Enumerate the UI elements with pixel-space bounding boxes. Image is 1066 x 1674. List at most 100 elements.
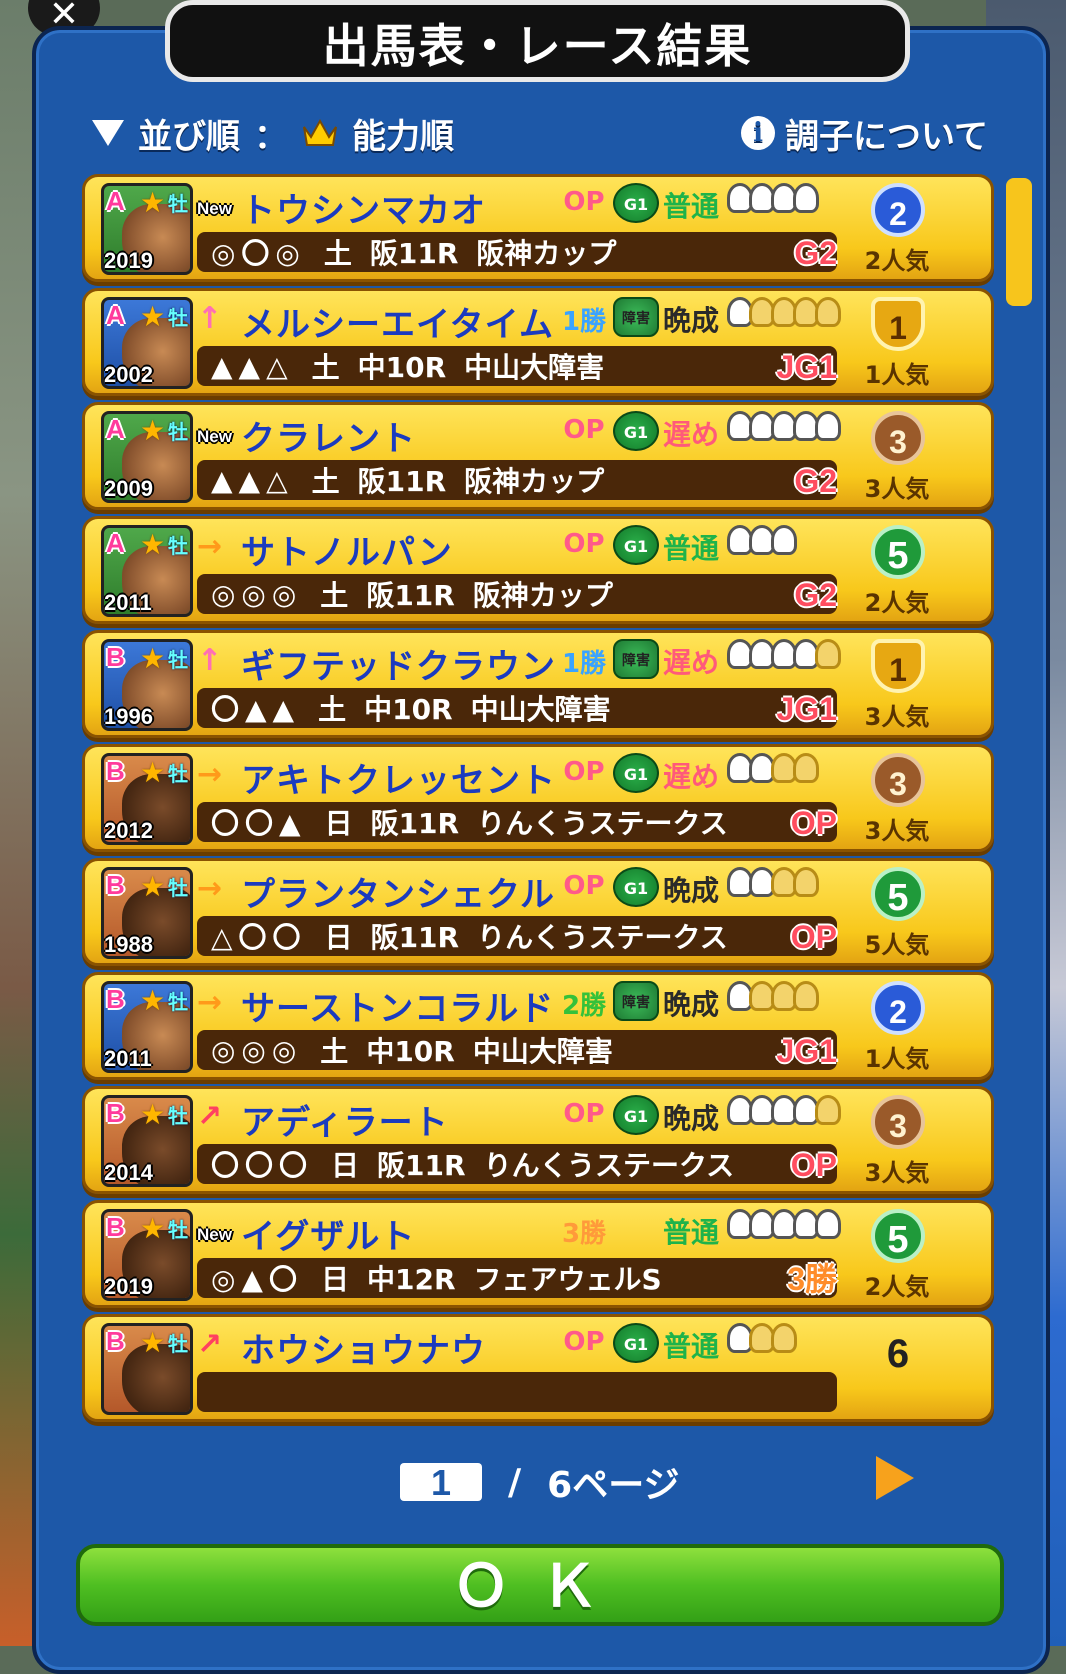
list-item[interactable]: A ★ 牡 2019 New トウシンマカオ OP G1 普通 ◎〇◎ 土阪11R 阪神カップ G2 2 2… xyxy=(82,174,994,282)
ability-rank: B xyxy=(106,1326,125,1356)
aptitude-badge: 障害 xyxy=(613,297,659,337)
result-medal: 1 xyxy=(855,293,939,357)
popularity: 2人気 xyxy=(864,247,930,275)
horse-list: A ★ 牡 2019 New トウシンマカオ OP G1 普通 ◎〇◎ 土阪11R 阪神カップ G2 2 2… xyxy=(82,174,1000,1436)
triangle-down-icon xyxy=(92,120,124,146)
star-icon: ★ xyxy=(140,528,166,561)
sort-value: 能力順 xyxy=(352,116,454,157)
sex-label: 牡 xyxy=(168,990,188,1014)
result-medal: 3 xyxy=(855,1091,939,1155)
ability-rank: A xyxy=(106,300,125,330)
info-icon: i xyxy=(741,116,776,150)
horse-name: アディラート xyxy=(241,1103,449,1143)
place-medal-icon: 2 xyxy=(871,981,925,1035)
list-item[interactable]: A ★ 牡 2009 New クラレント OP G1 遅め ▲▲△ 土阪11R 阪神カップ G2 3 3人気 xyxy=(82,402,994,510)
race-name: 阪神カップ xyxy=(472,579,613,612)
list-item[interactable]: B ★ 牡 1996 ↑ ギフテッドクラウン 1勝 障害 遅め 〇▲▲ 土中10R 中山大障害 JG1 1… xyxy=(82,630,994,738)
star-icon: ★ xyxy=(140,870,166,903)
crown-icon xyxy=(303,118,337,146)
list-item[interactable]: B ★ 牡 2011 → サーストンコラルド 2勝 障害 晩成 ◎◎◎ 土中10R 中山大障害 JG1 2… xyxy=(82,972,994,1080)
page-number-input[interactable]: 1 xyxy=(400,1463,482,1503)
ability-rank: B xyxy=(106,984,125,1014)
growth-type: 晩成 xyxy=(663,1102,720,1135)
horseshoe-gold-icon xyxy=(793,981,819,1011)
next-arrow-icon[interactable] xyxy=(876,1456,914,1500)
horse-name: メルシーエイタイム xyxy=(241,305,554,345)
star-icon: ★ xyxy=(140,414,166,447)
race-number: 阪11R xyxy=(370,807,460,840)
race-grade: OP xyxy=(790,919,837,955)
sort-control[interactable]: 並び順 ： 能力順 xyxy=(92,108,454,158)
horseshoe-rating xyxy=(727,753,819,783)
list-item[interactable]: B ★ 牡 2012 → アキトクレッセント OP G1 遅め 〇〇▲ 日阪11R りんくうステークス… xyxy=(82,744,994,852)
growth-type: 晩成 xyxy=(663,988,720,1021)
birth-year: 2014 xyxy=(104,1160,153,1185)
race-day: 日 xyxy=(320,1263,349,1296)
race-grade: G2 xyxy=(794,463,837,499)
ok-button[interactable]: ＯＫ xyxy=(76,1544,1004,1626)
aptitude-badge: G1 xyxy=(613,411,659,451)
race-grade: G2 xyxy=(794,235,837,271)
star-icon: ★ xyxy=(140,756,166,789)
race-entry-bar: ◎▲〇日中12R フェアウェルS xyxy=(197,1258,837,1298)
list-item[interactable]: B ★ 牡 2019 New イグザルト 3勝 普通 ◎▲〇日中12R フェアウェルS 3勝 5 2人気 xyxy=(82,1200,994,1308)
horse-class: OP xyxy=(563,529,605,559)
star-icon: ★ xyxy=(140,984,166,1017)
ability-rank: A xyxy=(106,414,125,444)
horseshoe-rating xyxy=(727,525,797,555)
race-name: 中山大障害 xyxy=(464,351,605,384)
horseshoe-icon xyxy=(815,411,841,441)
star-icon: ★ xyxy=(140,1326,166,1359)
list-item[interactable]: A ★ 牡 2002 ↑ メルシーエイタイム 1勝 障害 晩成 ▲▲△ 土中10R 中山大障害 JG1 1… xyxy=(82,288,994,396)
race-name: 阪神カップ xyxy=(476,237,617,270)
horseshoe-rating xyxy=(727,639,841,669)
prediction-marks: 〇〇〇 xyxy=(211,1149,314,1182)
race-number: 中12R xyxy=(366,1263,456,1296)
race-entry-bar: 〇〇▲ 日阪11R りんくうステークス xyxy=(197,802,837,842)
popularity: 3人気 xyxy=(864,475,930,503)
result-medal: 5 xyxy=(855,1205,939,1269)
horseshoe-icon xyxy=(815,1209,841,1239)
page-separator: / xyxy=(508,1461,522,1503)
horseshoe-gold-icon xyxy=(793,867,819,897)
ability-rank: B xyxy=(106,756,125,786)
horseshoe-rating xyxy=(727,1095,841,1125)
popularity: 5人気 xyxy=(864,931,930,959)
sex-label: 牡 xyxy=(168,306,188,330)
result-medal: 2 xyxy=(855,977,939,1041)
race-entry-bar: ▲▲△ 土中10R 中山大障害 xyxy=(197,346,837,386)
horse-portrait: B ★ 牡 1988 xyxy=(101,867,193,959)
list-item[interactable]: B ★ 牡 ↗ ホウショウナウ OP G1 普通 6 xyxy=(82,1314,994,1422)
star-icon: ★ xyxy=(140,300,166,333)
list-item[interactable]: B ★ 牡 2014 ↗ アディラート OP G1 晩成 〇〇〇日阪11R りんくうステークス OP 3… xyxy=(82,1086,994,1194)
scrollbar-thumb[interactable] xyxy=(1006,178,1032,306)
race-name: りんくうステークス xyxy=(477,921,728,954)
prediction-marks: 〇▲▲ xyxy=(211,693,301,726)
ability-rank: B xyxy=(106,870,125,900)
race-name: りんくうステークス xyxy=(477,807,728,840)
condition-mark: New xyxy=(197,1225,232,1244)
star-icon: ★ xyxy=(140,186,166,219)
race-grade: JG1 xyxy=(776,691,837,727)
race-grade: 3勝 xyxy=(787,1261,837,1297)
horse-class: OP xyxy=(563,871,605,901)
place-medal-icon: 5 xyxy=(871,525,925,579)
place-medal-icon: 2 xyxy=(871,183,925,237)
birth-year: 2009 xyxy=(104,476,153,501)
aptitude-badge: 障害 xyxy=(613,981,659,1021)
growth-type: 晩成 xyxy=(663,304,720,337)
race-grade xyxy=(765,1372,837,1412)
condition-info-button[interactable]: i 調子について xyxy=(741,108,988,158)
list-item[interactable]: B ★ 牡 1988 → プランタンシェクル OP G1 晩成 △〇〇日阪11R りんくうステークス… xyxy=(82,858,994,966)
list-item[interactable]: A ★ 牡 2011 → サトノルパン OP G1 普通 ◎◎◎ 土阪11R 阪神カップ G2 5 2人気 xyxy=(82,516,994,624)
birth-year: 1996 xyxy=(104,704,153,729)
horse-class: 3勝 xyxy=(561,1219,607,1249)
growth-type: 普通 xyxy=(663,532,720,565)
sort-separator: ： xyxy=(254,116,288,157)
horse-class: OP xyxy=(563,1099,605,1129)
popularity: 3人気 xyxy=(864,1159,930,1187)
place-medal-icon: 5 xyxy=(871,1209,925,1263)
condition-mark: → xyxy=(197,985,223,1020)
star-icon: ★ xyxy=(140,1098,166,1131)
popularity: 2人気 xyxy=(864,589,930,617)
